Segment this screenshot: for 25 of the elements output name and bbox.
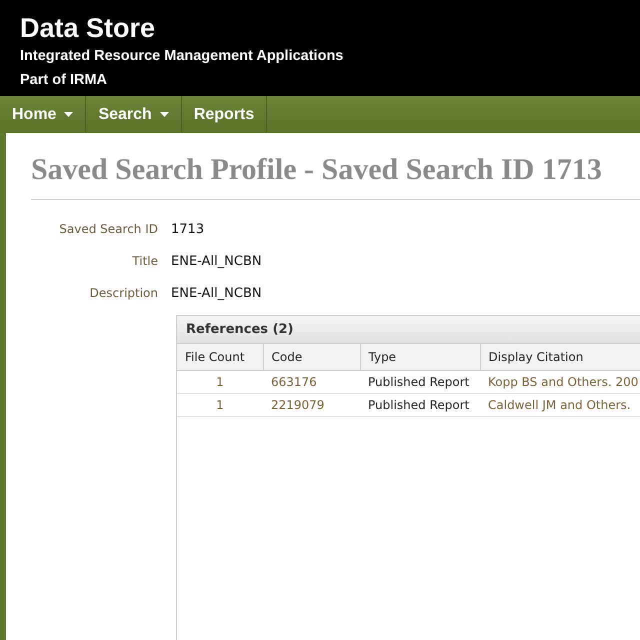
caret-icon	[64, 112, 74, 117]
column-header[interactable]: Type	[360, 344, 480, 370]
field-value: 1713	[171, 221, 206, 239]
table-cell: 663176	[263, 370, 360, 394]
column-header[interactable]: Display Citation	[480, 344, 640, 370]
field-value: ENE-All_NCBN	[171, 285, 263, 303]
field-value: ENE-All_NCBN	[171, 253, 263, 271]
column-header[interactable]: File Count	[177, 344, 263, 370]
table-cell: 2219079	[263, 394, 360, 416]
table-cell: 1	[177, 370, 263, 394]
panel-title: References (2)	[177, 316, 640, 344]
table-cell: Kopp BS and Others. 200	[480, 370, 640, 394]
caret-icon	[160, 112, 169, 117]
table-cell: Published Report	[360, 370, 480, 394]
site-subtitle: Integrated Resource Management Applications	[20, 47, 344, 66]
page-title: Saved Search Profile - Saved Search ID 1713	[31, 153, 603, 187]
site-parent: Part of IRMA	[20, 71, 108, 90]
column-header[interactable]: Code	[263, 344, 360, 370]
field-label: Title	[131, 253, 158, 270]
table-cell: 1	[177, 394, 263, 416]
field-label: Description	[88, 285, 158, 302]
site-title: Data Store	[20, 12, 156, 44]
field-label: Saved Search ID	[58, 221, 158, 238]
table-cell: Caldwell JM and Others.	[480, 394, 640, 416]
table-cell: Published Report	[360, 394, 480, 416]
